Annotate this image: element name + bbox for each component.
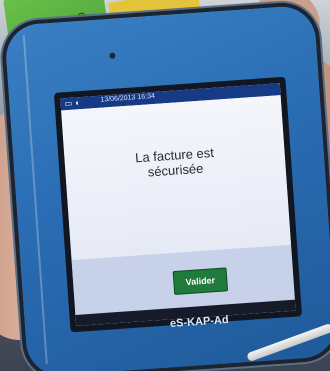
message-area: La facture est sécurisée — [61, 95, 292, 261]
device-highlight — [22, 34, 48, 365]
touch-screen[interactable]: ▭ ◖ 13/06/2013 16:34 La facture est sécu… — [60, 83, 296, 326]
battery-icon: ▭ ◖ — [64, 98, 80, 109]
photo-scene: ale NO ▭ ◖ 13/06/2013 16:34 La facture e… — [0, 0, 330, 371]
message: La facture est sécurisée — [64, 140, 286, 185]
timestamp: 13/06/2013 16:34 — [100, 92, 156, 104]
status-led — [109, 52, 116, 59]
payment-terminal: ▭ ◖ 13/06/2013 16:34 La facture est sécu… — [4, 4, 330, 371]
screen-frame: ▭ ◖ 13/06/2013 16:34 La facture est sécu… — [53, 76, 303, 333]
validate-button[interactable]: Valider — [172, 267, 229, 296]
